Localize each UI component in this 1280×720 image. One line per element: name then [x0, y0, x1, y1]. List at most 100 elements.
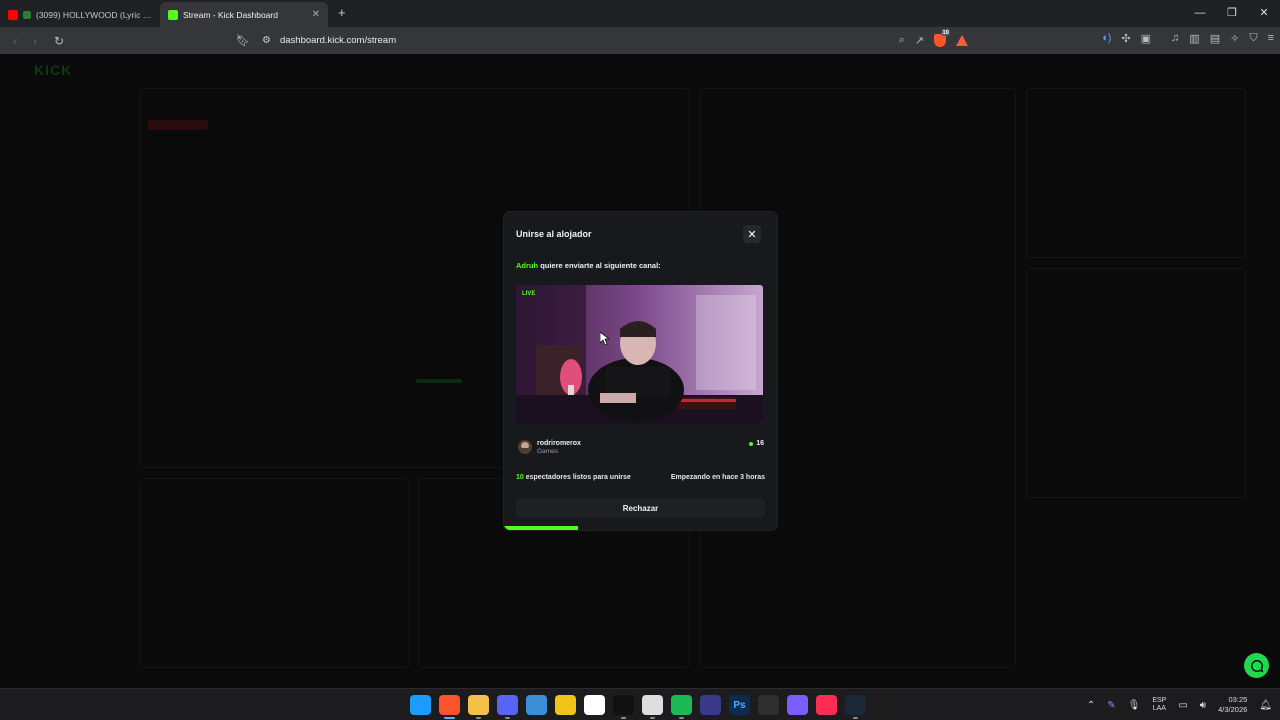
- ready-viewers-text: espectadores listos para unirse: [525, 474, 631, 481]
- activity-feed-panel: [140, 478, 410, 668]
- channel-viewer-count: 16: [749, 440, 764, 447]
- app-yellow-icon[interactable]: [555, 695, 576, 715]
- quick-actions-panel: [1026, 268, 1246, 498]
- close-icon: ✕: [747, 228, 757, 241]
- steam-icon[interactable]: [845, 695, 866, 719]
- wallet-icon[interactable]: ▤: [1210, 32, 1220, 45]
- browser-tab-kick-dashboard[interactable]: Stream - Kick Dashboard ✕: [160, 2, 328, 27]
- volume-icon[interactable]: 🔊︎: [1200, 700, 1206, 711]
- extensions-row: ◖) ✣ ▣ ♫ ▥ ▤ ✧ ⛉ ≡: [1101, 32, 1274, 45]
- show-hidden-icons-icon[interactable]: ⌃: [1087, 700, 1095, 711]
- host-stats-row: 10 espectadores listos para unirse Empez…: [516, 474, 765, 481]
- keyboard-layout: LAA: [1152, 705, 1166, 712]
- chrome-icon[interactable]: [642, 695, 663, 719]
- address-bar[interactable]: 🔖︎ ⚙︎ dashboard.kick.com/stream ⌕ ↗ 10: [236, 30, 976, 51]
- tiktok-live-icon[interactable]: [816, 695, 837, 715]
- brave-rewards-icon[interactable]: [956, 35, 968, 46]
- reload-icon[interactable]: ↻: [49, 34, 69, 48]
- clock-date: 4/3/2026: [1218, 705, 1248, 714]
- channel-name[interactable]: rodriromerox: [537, 440, 581, 447]
- photoshop-icon[interactable]: Ps: [729, 695, 750, 715]
- minimize-window-button[interactable]: —: [1184, 0, 1216, 27]
- host-username[interactable]: Adruh: [516, 261, 538, 270]
- back-icon[interactable]: ‹: [5, 34, 25, 48]
- channel-category[interactable]: Games: [537, 448, 558, 455]
- kick-logo: KICK: [34, 62, 73, 78]
- countdown-progress-fill: [504, 526, 578, 530]
- site-settings-icon[interactable]: ⚙︎: [262, 35, 271, 46]
- ghost-progress-bar: [416, 379, 462, 383]
- notifications-icon[interactable]: 🔔︎: [1259, 700, 1272, 711]
- chat-bubble-icon: [1250, 659, 1263, 672]
- clock-time: 03:25: [1228, 695, 1248, 704]
- system-tray: ⌃ ✎ 🎙︎ ESP LAA ▭ 🔊︎ 03:25 4/3/2026 🔔︎: [1087, 689, 1272, 720]
- host-message: Adruh quiere enviarte al siguiente canal…: [516, 261, 661, 270]
- close-window-button[interactable]: ✕: [1248, 0, 1280, 27]
- tiktok-icon[interactable]: [613, 695, 634, 719]
- file-explorer-icon[interactable]: [468, 695, 489, 719]
- close-tab-icon[interactable]: ✕: [312, 9, 320, 20]
- forward-icon[interactable]: ›: [25, 34, 45, 48]
- start-time-text: Empezando en hace 3 horas: [670, 474, 765, 481]
- discord-icon[interactable]: [497, 695, 518, 719]
- join-host-modal: Unirse al alojador ✕ Adruh quiere enviar…: [504, 212, 777, 530]
- ready-viewers-count: 10: [516, 474, 524, 481]
- url-text[interactable]: dashboard.kick.com/stream: [280, 35, 899, 46]
- zoom-icon[interactable]: ⌕: [899, 34, 905, 47]
- mouse-cursor-icon: [600, 332, 609, 345]
- reject-button[interactable]: Rechazar: [516, 498, 765, 518]
- share-icon[interactable]: ↗: [915, 34, 924, 47]
- vpn-shield-icon[interactable]: ⛉: [1249, 32, 1257, 45]
- system-clock[interactable]: 03:25 4/3/2026: [1218, 695, 1247, 715]
- microphone-icon[interactable]: 🎙︎: [1128, 700, 1141, 711]
- tab-title: Stream - Kick Dashboard: [183, 9, 278, 20]
- youtube-favicon-icon: [8, 9, 18, 20]
- taskbar-apps: Ps: [410, 695, 866, 719]
- audio-playing-icon[interactable]: ◖): [1101, 32, 1111, 45]
- bookmark-icon[interactable]: 🔖︎: [236, 34, 250, 47]
- input-language[interactable]: ESP LAA: [1152, 697, 1166, 713]
- browser-tabbar: (3099) HOLLYWOOD (Lyric Video) Stream - …: [0, 0, 1280, 27]
- sidebar-toggle-icon[interactable]: ▥: [1189, 32, 1199, 45]
- kick-favicon-icon: [168, 9, 178, 20]
- pen-icon[interactable]: ✎: [1107, 700, 1115, 711]
- modal-title: Unirse al alojador: [516, 229, 592, 239]
- host-message-text: quiere enviarte al siguiente canal:: [540, 261, 661, 270]
- stream-preview-image: [516, 285, 763, 424]
- offline-badge: [148, 120, 208, 130]
- terminal-icon[interactable]: [758, 695, 779, 715]
- viewer-count-value: 16: [756, 440, 764, 447]
- browser-toolbar: ‹ › ↻ 🔖︎ ⚙︎ dashboard.kick.com/stream ⌕ …: [0, 27, 1280, 54]
- close-modal-button[interactable]: ✕: [743, 225, 761, 243]
- extensions-puzzle-icon[interactable]: ✣: [1121, 32, 1130, 45]
- window-controls: — ❐ ✕: [1184, 0, 1280, 27]
- brave-browser-icon[interactable]: [439, 695, 460, 719]
- media-controls-icon[interactable]: ♫: [1171, 32, 1179, 45]
- settings-gear-icon[interactable]: [787, 695, 808, 715]
- language-code: ESP: [1152, 697, 1167, 704]
- new-tab-button[interactable]: +: [338, 5, 346, 20]
- stream-preview-thumbnail[interactable]: LIVE: [516, 285, 763, 424]
- photos-icon[interactable]: [526, 695, 547, 715]
- stream-link-panel: [1026, 88, 1246, 258]
- live-badge: LIVE: [522, 291, 536, 297]
- brave-shields-icon[interactable]: 10: [934, 30, 950, 47]
- obs-icon[interactable]: [700, 695, 721, 715]
- menu-icon[interactable]: ≡: [1268, 32, 1274, 45]
- windows-start-icon[interactable]: [410, 695, 431, 715]
- maximize-window-button[interactable]: ❐: [1216, 0, 1248, 27]
- tab-audio-icon: [23, 10, 31, 19]
- help-chat-button[interactable]: [1244, 653, 1269, 678]
- target-channel-row[interactable]: rodriromerox Games 16: [516, 438, 765, 458]
- channel-avatar[interactable]: [518, 440, 532, 454]
- countdown-progress-track: [504, 526, 777, 530]
- browser-tab-youtube[interactable]: (3099) HOLLYWOOD (Lyric Video): [0, 2, 160, 27]
- network-icon[interactable]: ▭: [1178, 700, 1187, 711]
- leo-ai-icon[interactable]: ✧: [1230, 32, 1239, 45]
- tab-title: (3099) HOLLYWOOD (Lyric Video): [36, 9, 152, 20]
- capcut-icon[interactable]: [584, 695, 605, 715]
- windows-taskbar: Ps ⌃ ✎ 🎙︎ ESP LAA ▭ 🔊︎ 03:25 4/3/2026 🔔︎: [0, 688, 1280, 720]
- spotify-icon[interactable]: [671, 695, 692, 719]
- screenshot-icon[interactable]: ▣: [1141, 32, 1151, 45]
- live-dot-icon: [749, 441, 754, 446]
